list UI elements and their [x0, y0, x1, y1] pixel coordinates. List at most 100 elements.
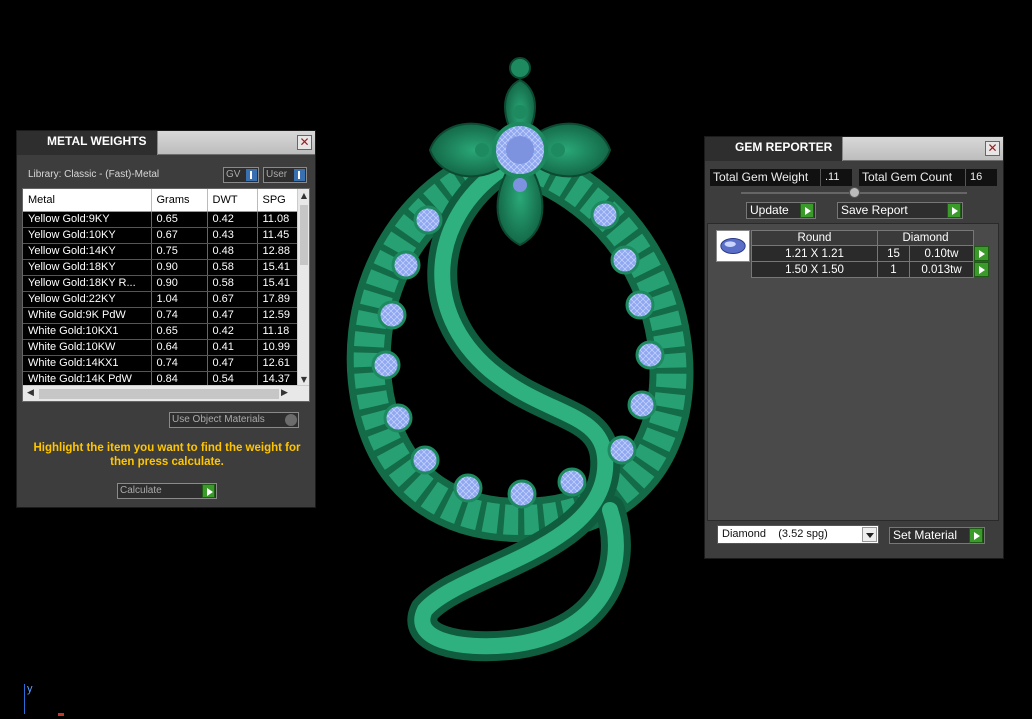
round-diamond-icon[interactable]: [716, 230, 750, 262]
scroll-up-icon[interactable]: ▲: [300, 191, 308, 201]
cell-spg: 11.45: [257, 227, 299, 244]
cell-dwt: 0.48: [207, 243, 258, 260]
gem-table: Round Diamond 1.21 X 1.21 15 0.10tw 1.50…: [751, 230, 990, 278]
cell-spg: 11.18: [257, 323, 299, 340]
col-header-spg[interactable]: SPG: [257, 189, 299, 212]
table-row[interactable]: 1.21 X 1.21 15 0.10tw: [751, 245, 990, 262]
gem-reporter-title: GEM REPORTER: [705, 137, 844, 161]
cell-dwt: 0.58: [207, 259, 258, 276]
table-row[interactable]: White Gold:10KW 0.64 0.41 10.99: [23, 339, 299, 356]
total-gem-weight-value: .11: [820, 169, 852, 186]
table-row[interactable]: White Gold:10KX1 0.65 0.42 11.18: [23, 323, 299, 340]
cell-grams: 0.65: [151, 323, 208, 340]
cell-grams: 0.65: [151, 211, 208, 228]
table-row[interactable]: Yellow Gold:18KY 0.90 0.58 15.41: [23, 259, 299, 276]
cell-dwt: 0.43: [207, 227, 258, 244]
cell-metal: Yellow Gold:22KY: [23, 291, 152, 308]
metal-weights-title: METAL WEIGHTS: [17, 131, 158, 155]
play-arrow-icon[interactable]: [800, 203, 814, 218]
toggle-radio-icon[interactable]: [285, 414, 297, 426]
use-object-materials-toggle[interactable]: Use Object Materials: [169, 412, 299, 428]
pendant-model[interactable]: [340, 50, 700, 670]
cell-grams: 0.90: [151, 275, 208, 292]
cell-dwt: 0.47: [207, 355, 258, 372]
cell-grams: 0.67: [151, 227, 208, 244]
save-report-button[interactable]: Save Report: [837, 202, 963, 219]
cell-grams: 0.74: [151, 355, 208, 372]
cell-dwt: 0.42: [207, 323, 258, 340]
scroll-left-icon[interactable]: ◀: [27, 388, 34, 398]
table-row[interactable]: Yellow Gold:14KY 0.75 0.48 12.88: [23, 243, 299, 260]
library-row: Library: Classic - (Fast)-Metal GV User: [17, 165, 315, 189]
gem-reporter-titlebar[interactable]: GEM REPORTER ✕: [705, 137, 1003, 161]
cell-spg: 12.61: [257, 355, 299, 372]
gem-table-header: Round Diamond: [751, 230, 990, 246]
cell-gem-weight: 0.013tw: [909, 261, 974, 278]
cell-metal: Yellow Gold:9KY: [23, 211, 152, 228]
vertical-scroll-thumb[interactable]: [300, 205, 308, 265]
update-label: Update: [750, 203, 789, 217]
col-header-grams[interactable]: Grams: [151, 189, 208, 212]
metal-table-horizontal-scrollbar[interactable]: ◀ ▶: [23, 385, 309, 401]
cell-grams: 0.64: [151, 339, 208, 356]
cell-metal: White Gold:14KX1: [23, 355, 152, 372]
play-arrow-icon[interactable]: [969, 528, 983, 543]
cell-gem-count: 1: [877, 261, 910, 278]
select-gems-arrow-icon[interactable]: [974, 246, 989, 261]
table-row[interactable]: White Gold:9K PdW 0.74 0.47 12.59: [23, 307, 299, 324]
metal-weights-panel: METAL WEIGHTS ✕ Library: Classic - (Fast…: [16, 130, 316, 508]
user-dropdown-toggle-icon[interactable]: [294, 169, 305, 181]
total-gem-weight-label: Total Gem Weight: [710, 169, 820, 186]
update-button[interactable]: Update: [746, 202, 816, 219]
table-row[interactable]: Yellow Gold:22KY 1.04 0.67 17.89: [23, 291, 299, 308]
table-row[interactable]: Yellow Gold:9KY 0.65 0.42 11.08: [23, 211, 299, 228]
close-icon[interactable]: ✕: [985, 141, 1000, 156]
play-arrow-icon[interactable]: [947, 203, 961, 218]
select-gems-arrow-icon[interactable]: [974, 262, 990, 277]
total-gem-count-label: Total Gem Count: [859, 169, 965, 186]
table-row[interactable]: White Gold:14KX1 0.74 0.47 12.61: [23, 355, 299, 372]
cell-gem-size: 1.21 X 1.21: [751, 245, 878, 262]
metal-table: Metal Grams DWT SPG Yellow Gold:9KY 0.65 0…: [22, 188, 310, 402]
cell-gem-count: 15: [877, 245, 910, 262]
material-select[interactable]: Diamond (3.52 spg): [717, 525, 879, 544]
col-header-metal[interactable]: Metal: [23, 189, 152, 212]
scroll-down-icon[interactable]: ▼: [300, 375, 308, 385]
metal-table-vertical-scrollbar[interactable]: ▲ ▼: [297, 189, 309, 387]
cell-grams: 0.74: [151, 307, 208, 324]
cell-dwt: 0.42: [207, 211, 258, 228]
material-select-value: Diamond (3.52 spg): [722, 528, 828, 540]
horizontal-scroll-thumb[interactable]: [39, 389, 279, 399]
table-row[interactable]: Yellow Gold:18KY R... 0.90 0.58 15.41: [23, 275, 299, 292]
calculate-button[interactable]: Calculate: [117, 483, 217, 499]
library-label: Library: Classic - (Fast)-Metal: [28, 169, 160, 180]
col-header-dwt[interactable]: DWT: [207, 189, 258, 212]
user-dropdown[interactable]: User: [263, 167, 307, 183]
gv-dropdown-label: GV: [226, 169, 241, 180]
save-report-label: Save Report: [841, 203, 908, 217]
cell-spg: 12.88: [257, 243, 299, 260]
y-axis-label: y: [27, 683, 33, 695]
scroll-right-icon[interactable]: ▶: [281, 388, 288, 398]
y-axis-indicator: [24, 684, 25, 714]
table-row[interactable]: 1.50 X 1.50 1 0.013tw: [751, 261, 990, 278]
set-material-button[interactable]: Set Material: [889, 527, 985, 544]
cell-metal: Yellow Gold:18KY R...: [23, 275, 152, 292]
total-gem-count-value: 16: [965, 169, 997, 186]
user-dropdown-label: User: [266, 169, 288, 180]
cell-spg: 12.59: [257, 307, 299, 324]
play-arrow-icon[interactable]: [202, 484, 215, 498]
cell-dwt: 0.67: [207, 291, 258, 308]
metal-weights-titlebar[interactable]: METAL WEIGHTS ✕: [17, 131, 315, 155]
x-axis-indicator: [58, 713, 64, 716]
gv-dropdown[interactable]: GV: [223, 167, 259, 183]
gv-dropdown-toggle-icon[interactable]: [246, 169, 257, 181]
splitter-handle[interactable]: [849, 187, 860, 198]
chevron-down-icon[interactable]: [862, 527, 877, 542]
gem-reporter-panel: GEM REPORTER ✕ Total Gem Weight .11 Tota…: [704, 136, 1004, 559]
instruction-hint: Highlight the item you want to find the …: [33, 442, 301, 468]
table-row[interactable]: Yellow Gold:10KY 0.67 0.43 11.45: [23, 227, 299, 244]
gem-totals-row: Total Gem Weight .11 Total Gem Count 16: [705, 167, 1003, 189]
calculate-label: Calculate: [120, 485, 162, 496]
close-icon[interactable]: ✕: [297, 135, 312, 150]
